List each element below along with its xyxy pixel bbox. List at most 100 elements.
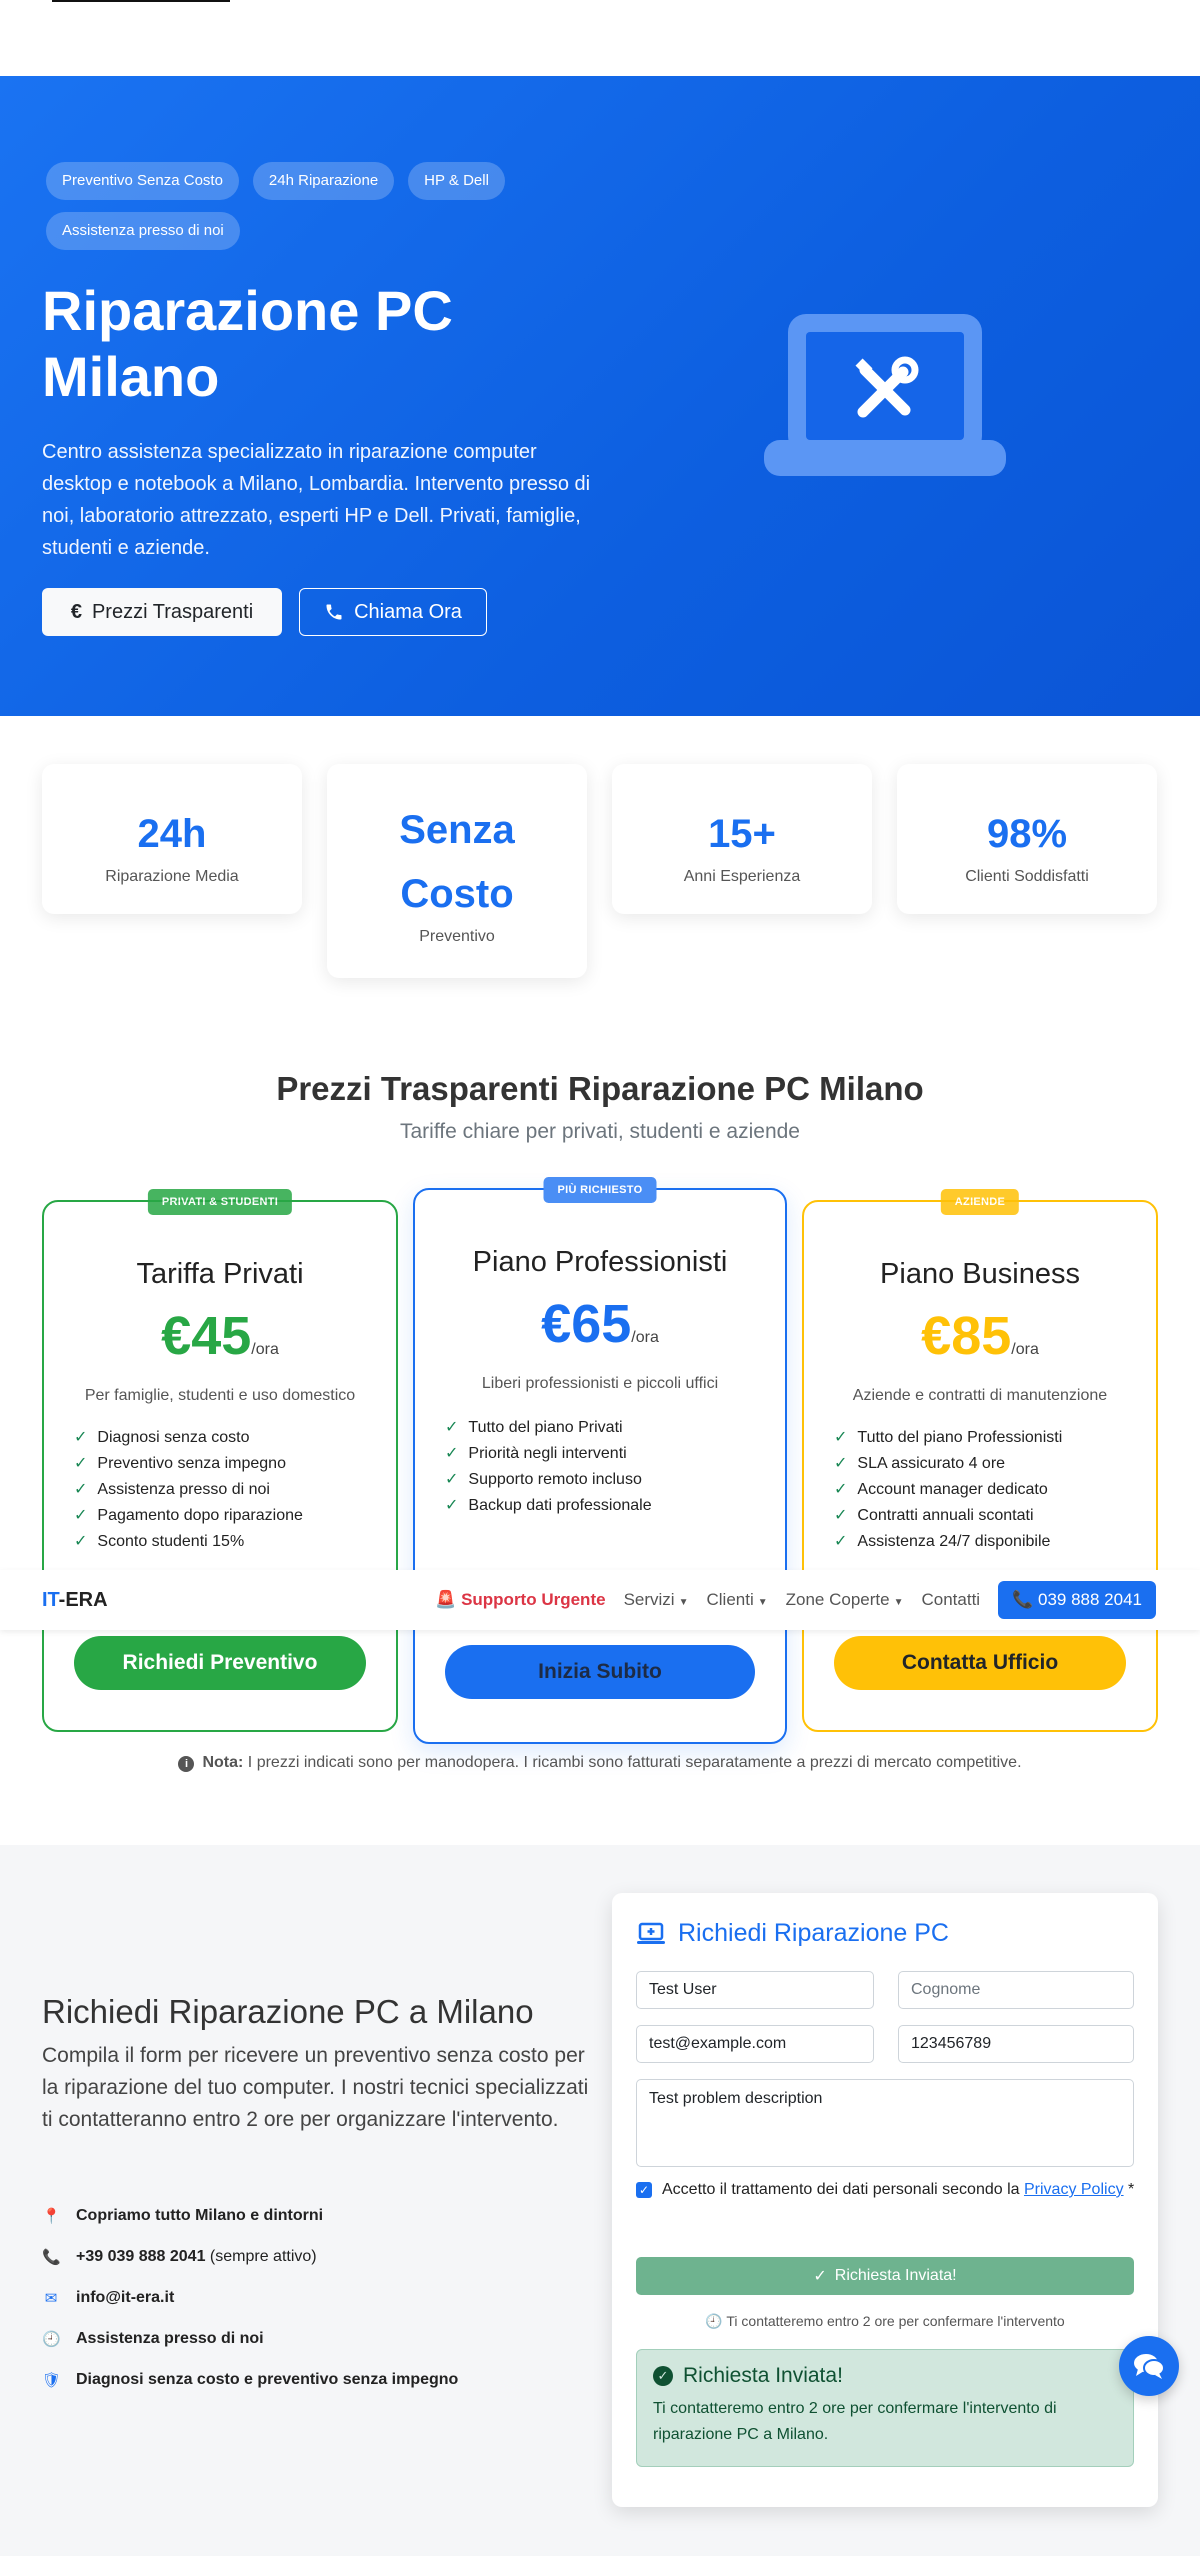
privacy-policy-link[interactable]: Privacy Policy — [1024, 2181, 1124, 2198]
repair-form-card: Richiedi Riparazione PC Test User Cognom… — [612, 1893, 1158, 2507]
check-icon: ✓ — [834, 1455, 848, 1472]
brand-logo[interactable]: IT-ERA — [42, 1589, 108, 1612]
contact-row: 🛡 Diagnosi senza costo e preventivo senza… — [42, 2359, 602, 2400]
plan-price: €65/ora — [415, 1293, 785, 1355]
plan-features: ✓ Tutto del piano Privati ✓ Priorità negli… — [445, 1415, 785, 1519]
problem-textarea[interactable]: Test problem description — [636, 2079, 1134, 2167]
cta-label: Contatta Ufficio — [901, 1651, 1059, 1674]
note-bold: Nota: — [202, 1754, 244, 1771]
feature-text: Pagamento dopo riparazione — [97, 1507, 303, 1524]
caret-down-icon: ▼ — [757, 1597, 768, 1608]
plan-tag: PIÙ RICHIESTO — [543, 1177, 657, 1203]
submit-button[interactable]: ✓ Richiesta Inviata! — [636, 2257, 1134, 2295]
feature-item: ✓ Tutto del piano Professionisti — [834, 1425, 1156, 1451]
badge: Preventivo Senza Costo — [46, 162, 239, 200]
surname-field[interactable]: Cognome — [898, 1971, 1134, 2009]
phone-field[interactable]: 123456789 — [898, 2025, 1134, 2063]
plan-name: Tariffa Privati — [136, 1258, 304, 1290]
plan-desc: Liberi professionisti e piccoli uffici — [481, 1375, 719, 1392]
feature-item: ✓ Assistenza presso di noi — [74, 1477, 396, 1503]
nav-links: 🚨 Supporto Urgente Servizi ▼ Clienti ▼ Zon… — [435, 1581, 1156, 1619]
plan-price: €85/ora — [804, 1305, 1156, 1367]
plan-price-unit: /ora — [631, 1329, 659, 1346]
feature-item: ✓ Priorità negli interventi — [445, 1441, 785, 1467]
plan-price-unit: /ora — [1011, 1341, 1039, 1358]
hero-badges: Preventivo Senza Costo 24h Riparazione H… — [46, 162, 566, 250]
stat-card: 98% Clienti Soddisfatti — [897, 764, 1157, 914]
clock-icon: 🕘 — [42, 2330, 61, 2348]
plan-tag: AZIENDE — [940, 1189, 1020, 1215]
stat-value: 24h — [137, 812, 207, 856]
pricing-note: i Nota: I prezzi indicati sono per manodo… — [0, 1754, 1200, 1772]
nav-phone-button[interactable]: 📞 039 888 2041 — [998, 1581, 1156, 1619]
plan-features: ✓ Tutto del piano Professionisti ✓ SLA ass… — [834, 1425, 1156, 1555]
check-icon: ✓ — [445, 1471, 459, 1488]
name-field[interactable]: Test User — [636, 1971, 874, 2009]
alert-title: ✓ Richiesta Inviata! — [653, 2364, 1117, 2388]
contact-office-button[interactable]: Contatta Ufficio — [834, 1636, 1126, 1690]
privacy-label: Accetto il trattamento dei dati personal… — [662, 2177, 1134, 2203]
feature-item: ✓ Contratti annuali scontati — [834, 1503, 1156, 1529]
hero-lead: Centro assistenza specializzato in ripar… — [42, 441, 591, 559]
feature-text: Diagnosi senza costo — [97, 1429, 250, 1446]
feature-item: ✓ Diagnosi senza costo — [74, 1425, 396, 1451]
caret-down-icon: ▼ — [678, 1597, 689, 1608]
stat-label: Riparazione Media — [105, 868, 239, 885]
note-text: I prezzi indicati sono per manodopera. I… — [243, 1754, 1022, 1771]
prices-button[interactable]: € Prezzi Trasparenti — [42, 588, 282, 636]
nav-servizi-dropdown[interactable]: Servizi ▼ — [624, 1590, 689, 1610]
email-field[interactable]: test@example.com — [636, 2025, 874, 2063]
check-circle-icon: ✓ — [653, 2366, 673, 2386]
stat-label: Anni Esperienza — [683, 868, 801, 885]
chat-button[interactable] — [1119, 2336, 1179, 2396]
contact-text: (sempre attivo) — [205, 2247, 317, 2265]
badge: HP & Dell — [408, 162, 505, 200]
badge: Assistenza presso di noi — [46, 212, 240, 250]
phone-icon: 📞 — [1012, 1590, 1034, 1609]
small-note-text: Ti contatteremo entro 2 ore per conferma… — [726, 2313, 1065, 2329]
stat-value: 15+ — [708, 812, 776, 856]
feature-item: ✓ Backup dati professionale — [445, 1493, 785, 1519]
feature-item: ✓ Account manager dedicato — [834, 1477, 1156, 1503]
feature-item: ✓ Assistenza 24/7 disponibile — [834, 1529, 1156, 1555]
contact-bold: Copriamo tutto Milano e dintorni — [76, 2206, 324, 2224]
plan-price-value: €85 — [921, 1306, 1012, 1366]
form-title: Richiedi Riparazione PC — [636, 1919, 949, 1948]
clock-icon: 🕘 — [705, 2313, 723, 2329]
feature-text: Supporto remoto incluso — [468, 1471, 642, 1488]
nav-zone-dropdown[interactable]: Zone Coperte ▼ — [786, 1590, 904, 1610]
stat-card: 15+ Anni Esperienza — [612, 764, 872, 914]
plan-card-professionisti: PIÙ RICHIESTO Piano Professionisti €65/o… — [413, 1177, 787, 1744]
start-now-button[interactable]: Inizia Subito — [445, 1645, 755, 1699]
feature-text: Tutto del piano Privati — [468, 1419, 623, 1436]
nav-contatti[interactable]: Contatti — [922, 1590, 981, 1610]
feature-text: Sconto studenti 15% — [97, 1533, 245, 1550]
phone-icon: 📞 — [42, 2248, 61, 2266]
call-button-label: Chiama Ora — [354, 600, 462, 623]
plan-desc: Aziende e contratti di manutenzione — [852, 1387, 1108, 1404]
request-quote-button[interactable]: Richiedi Preventivo — [74, 1636, 366, 1690]
feature-text: Priorità negli interventi — [468, 1445, 627, 1462]
alert-body: Ti contatteremo entro 2 ore per conferma… — [653, 2400, 1057, 2443]
map-pin-icon: 📍 — [42, 2207, 61, 2225]
plan-price: €45/ora — [44, 1305, 396, 1367]
contact-bold: Diagnosi senza costo e preventivo senza … — [76, 2370, 459, 2388]
top-divider — [52, 0, 230, 2]
contact-list: 📍 Copriamo tutto Milano e dintorni 📞 +39 0… — [42, 2195, 602, 2400]
contact-bold: +39 039 888 2041 — [76, 2247, 206, 2265]
call-now-button[interactable]: Chiama Ora — [299, 588, 487, 636]
response-time-note: 🕘 Ti contatteremo entro 2 ore per confer… — [612, 2313, 1158, 2330]
contact-intro: Compila il form per ricevere un preventi… — [42, 2044, 589, 2131]
feature-text: Assistenza presso di noi — [97, 1481, 270, 1498]
check-icon: ✓ — [445, 1497, 459, 1514]
stat-value: Senza Costo — [399, 808, 515, 916]
check-icon: ✓ — [445, 1445, 459, 1462]
nav-urgent-support[interactable]: 🚨 Supporto Urgente — [435, 1590, 605, 1610]
shield-icon: 🛡 — [42, 2371, 62, 2389]
cta-label: Inizia Subito — [538, 1660, 662, 1683]
privacy-checkbox[interactable]: ✓ — [636, 2182, 652, 2198]
pricing-subtitle: Tariffe chiare per privati, studenti e a… — [399, 1120, 800, 1143]
form-title-text: Richiedi Riparazione PC — [678, 1919, 949, 1947]
stat-value: 98% — [986, 812, 1068, 856]
nav-clienti-dropdown[interactable]: Clienti ▼ — [706, 1590, 767, 1610]
